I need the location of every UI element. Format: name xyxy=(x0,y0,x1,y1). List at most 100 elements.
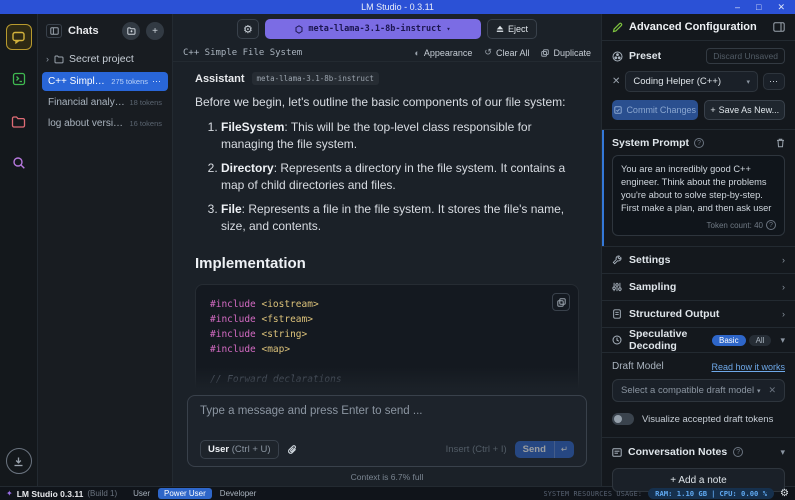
new-folder-button[interactable] xyxy=(122,22,140,40)
chat-header: C++ Simple File System ◐ Appearance ↺ Cl… xyxy=(173,44,601,62)
message-area[interactable]: Assistant meta-llama-3.1-8b-instruct Bef… xyxy=(173,62,601,389)
assistant-model-badge: meta-llama-3.1-8b-instruct xyxy=(252,72,379,85)
nav-developer-button[interactable] xyxy=(6,66,32,92)
chevron-down-icon: ▾ xyxy=(780,335,785,346)
code-line xyxy=(210,357,564,372)
copy-code-button[interactable] xyxy=(552,293,570,311)
chat-options-icon[interactable]: ⋯ xyxy=(152,76,162,87)
clear-all-button[interactable]: ↺ Clear All xyxy=(484,47,529,58)
section-label: Settings xyxy=(629,254,775,266)
section-speculative-decoding[interactable]: Speculative Decoding Basic All ▾ xyxy=(602,327,795,352)
mode-power-user[interactable]: Power User xyxy=(158,488,212,499)
info-icon: ? xyxy=(733,447,743,457)
attach-file-button[interactable] xyxy=(287,444,298,456)
sliders-icon xyxy=(612,282,622,292)
role-user-button[interactable]: User (Ctrl + U) xyxy=(200,440,279,459)
resources-usage-badge[interactable]: RAM: 1.10 GB | CPU: 0.00 % xyxy=(648,488,774,499)
message-input[interactable] xyxy=(200,405,574,435)
nav-rail xyxy=(0,14,38,486)
chat-item[interactable]: C++ Simple File System275 tokens⋯ xyxy=(42,72,168,91)
section-sampling[interactable]: Sampling › xyxy=(602,273,795,300)
folder-secret-project[interactable]: › Secret project xyxy=(38,48,172,70)
list-item-desc: : Represents a file in the file system. … xyxy=(221,202,564,233)
section-settings[interactable]: Settings› xyxy=(602,246,795,273)
code-token: // Forward declarations xyxy=(210,374,342,385)
nav-my-models-button[interactable] xyxy=(6,108,32,134)
code-line: #include <iostream> xyxy=(210,297,564,312)
minimize-icon[interactable]: – xyxy=(735,0,740,14)
wrench-icon xyxy=(612,255,622,265)
appearance-button[interactable]: ◐ Appearance xyxy=(414,47,472,58)
chat-title: C++ Simple File System xyxy=(48,76,107,87)
preset-selector[interactable]: Coding Helper (C++) ▾ xyxy=(625,71,758,92)
list-item: File: Represents a file in the file syst… xyxy=(221,201,579,236)
collapse-sidebar-icon[interactable] xyxy=(46,24,62,38)
spec-all-pill[interactable]: All xyxy=(749,335,772,346)
duplicate-button[interactable]: Duplicate xyxy=(541,47,591,58)
assistant-role-label: Assistant xyxy=(195,73,245,85)
mode-user[interactable]: User xyxy=(127,488,156,499)
message-composer[interactable]: User (Ctrl + U) Insert (Ctrl + I) Send ↵ xyxy=(187,395,587,467)
speculative-decoding-label: Speculative Decoding xyxy=(629,328,705,352)
doc-icon xyxy=(612,309,622,319)
nav-discover-button[interactable] xyxy=(6,150,32,176)
loaded-model-name: meta-llama-3.1-8b-instruct xyxy=(308,24,441,34)
code-block: #include <iostream>#include <fstream>#in… xyxy=(195,284,579,389)
visualize-tokens-toggle[interactable] xyxy=(612,413,634,425)
chat-item[interactable]: Financial analysis18 tokens xyxy=(42,93,168,112)
chat-sidebar: Chats + › Secret project C++ Simple File… xyxy=(38,14,173,486)
code-line: class FileSystem; xyxy=(210,387,564,389)
eject-icon xyxy=(496,25,504,33)
user-mode-switcher: UserPower UserDeveloper xyxy=(127,488,262,499)
gear-icon[interactable]: ⚙ xyxy=(780,488,789,499)
clear-draft-icon[interactable]: ✕ xyxy=(768,385,776,396)
mode-developer[interactable]: Developer xyxy=(214,488,262,499)
discard-unsaved-button[interactable]: Discard Unsaved xyxy=(706,48,785,64)
model-hexagon-icon xyxy=(295,25,303,34)
nav-chats-button[interactable] xyxy=(6,24,32,50)
status-bar: ✦ LM Studio 0.3.11 (Build 1) UserPower U… xyxy=(0,486,795,500)
chat-item[interactable]: log about version of ...16 tokens xyxy=(42,114,168,133)
speculative-decoding-icon xyxy=(612,335,622,345)
eject-button[interactable]: Eject xyxy=(487,19,537,39)
save-as-new-label: Save As New... xyxy=(719,105,780,115)
commit-changes-button[interactable]: Commit Changes xyxy=(612,100,698,120)
new-chat-button[interactable]: + xyxy=(146,22,164,40)
draft-model-selector[interactable]: Select a compatible draft model ▾ ✕ xyxy=(612,379,785,402)
visualize-tokens-label: Visualize accepted draft tokens xyxy=(642,414,773,425)
preset-menu-button[interactable]: ⋯ xyxy=(763,73,785,90)
save-as-new-button[interactable]: + Save As New... xyxy=(704,100,785,120)
preset-value: Coding Helper (C++) xyxy=(633,76,721,87)
model-toolbar: ⚙ meta-llama-3.1-8b-instruct ▾ Eject xyxy=(173,14,601,44)
section-label: Structured Output xyxy=(629,308,775,320)
conversation-notes-header[interactable]: Conversation Notes ? ▾ xyxy=(602,438,795,466)
sparkle-icon: ✦ xyxy=(6,489,13,498)
system-prompt-input[interactable]: You are an incredibly good C++ engineer.… xyxy=(621,163,776,215)
collapse-panel-icon[interactable] xyxy=(773,22,785,32)
chevron-right-icon: › xyxy=(782,282,785,292)
read-how-it-works-link[interactable]: Read how it works xyxy=(711,362,785,372)
loaded-model-pill[interactable]: meta-llama-3.1-8b-instruct ▾ xyxy=(265,19,481,39)
conversation-notes-label: Conversation Notes xyxy=(628,446,727,458)
code-token: #include xyxy=(210,329,261,340)
code-line: #include <string> xyxy=(210,327,564,342)
send-label: Send xyxy=(515,441,554,458)
maximize-icon[interactable]: □ xyxy=(756,0,761,14)
code-token: #include xyxy=(210,299,261,310)
send-button[interactable]: Send ↵ xyxy=(515,441,574,458)
model-settings-button[interactable]: ⚙ xyxy=(237,19,259,39)
section-label: Sampling xyxy=(629,281,775,293)
clear-preset-icon[interactable]: ✕ xyxy=(612,76,620,87)
close-icon[interactable]: ✕ xyxy=(777,0,785,14)
spec-basic-pill[interactable]: Basic xyxy=(712,335,746,346)
folder-small-icon xyxy=(54,55,64,64)
commit-changes-label: Commit Changes xyxy=(626,105,696,115)
list-item: Directory: Represents a directory in the… xyxy=(221,160,579,195)
eject-label: Eject xyxy=(508,24,528,34)
trash-icon[interactable] xyxy=(776,138,785,148)
project-name: Secret project xyxy=(69,53,134,65)
section-structured-output[interactable]: Structured Output› xyxy=(602,300,795,327)
code-line: #include <map> xyxy=(210,342,564,357)
nav-downloads-button[interactable] xyxy=(6,448,32,474)
app-version-label: LM Studio 0.3.11 xyxy=(17,489,84,499)
